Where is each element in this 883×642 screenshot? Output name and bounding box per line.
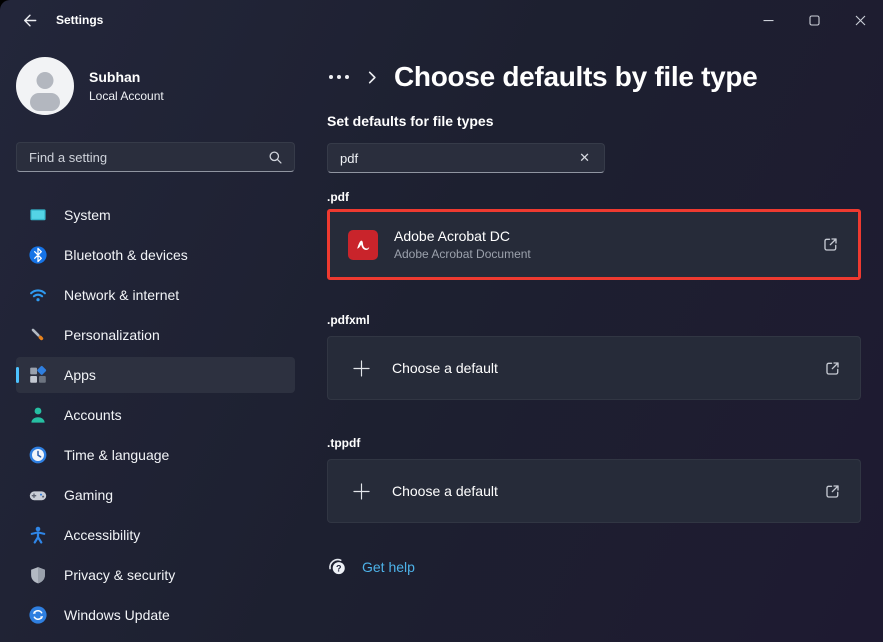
open-external-icon bbox=[821, 235, 840, 254]
maximize-icon bbox=[808, 14, 820, 26]
sidebar: Subhan Local Account System Bluetooth & … bbox=[0, 40, 311, 642]
filetype-search-input[interactable] bbox=[340, 150, 572, 166]
clear-search-button[interactable]: ✕ bbox=[571, 148, 598, 168]
plus-icon bbox=[346, 481, 376, 502]
default-app-name: Adobe Acrobat DC bbox=[394, 228, 510, 244]
sidebar-item-windows-update[interactable]: Windows Update bbox=[16, 597, 295, 633]
minimize-icon bbox=[763, 19, 773, 21]
filetype-search-box: ✕ bbox=[327, 143, 605, 173]
sidebar-item-label: Network & internet bbox=[64, 287, 180, 303]
sidebar-item-time-language[interactable]: Time & language bbox=[16, 437, 295, 473]
settings-window: Settings Subhan Local Account Find a set… bbox=[0, 0, 883, 642]
bluetooth-icon bbox=[29, 246, 47, 264]
extension-label-pdfxml: .pdfxml bbox=[327, 313, 370, 327]
system-icon bbox=[30, 209, 46, 221]
gamepad-icon bbox=[29, 491, 47, 501]
choose-default-label: Choose a default bbox=[392, 483, 498, 499]
breadcrumb-ellipsis-button[interactable] bbox=[327, 69, 351, 85]
sidebar-item-apps[interactable]: Apps bbox=[16, 357, 295, 393]
sidebar-item-bluetooth-devices[interactable]: Bluetooth & devices bbox=[16, 237, 295, 273]
sidebar-item-label: Accounts bbox=[64, 407, 122, 423]
brush-icon bbox=[31, 328, 44, 341]
wifi-icon bbox=[30, 289, 46, 302]
sidebar-item-label: Personalization bbox=[64, 327, 160, 343]
titlebar: Settings bbox=[0, 0, 883, 40]
user-account-type: Local Account bbox=[89, 89, 164, 103]
sidebar-item-label: Apps bbox=[64, 367, 96, 383]
user-profile[interactable]: Subhan Local Account bbox=[16, 57, 295, 115]
apps-icon bbox=[30, 365, 47, 383]
sidebar-item-label: Privacy & security bbox=[64, 567, 176, 583]
close-icon bbox=[855, 15, 865, 25]
choose-default-label: Choose a default bbox=[392, 360, 498, 376]
sidebar-item-accounts[interactable]: Accounts bbox=[16, 397, 295, 433]
person-icon bbox=[31, 407, 45, 423]
default-app-description: Adobe Acrobat Document bbox=[394, 247, 531, 261]
find-a-setting-input[interactable] bbox=[29, 149, 265, 165]
window-controls bbox=[745, 0, 883, 40]
open-external-icon bbox=[823, 359, 842, 378]
get-help-link[interactable]: Get help bbox=[362, 559, 415, 575]
user-name: Subhan bbox=[89, 69, 141, 85]
sidebar-item-label: Time & language bbox=[64, 447, 170, 463]
extension-label-tppdf: .tppdf bbox=[327, 436, 361, 450]
sidebar-item-label: Accessibility bbox=[64, 527, 141, 543]
shield-icon bbox=[31, 567, 45, 584]
get-help-row: ? Get help bbox=[327, 556, 861, 577]
sidebar-search-button[interactable] bbox=[265, 147, 286, 168]
svg-text:?: ? bbox=[336, 563, 342, 573]
app-title: Settings bbox=[56, 13, 104, 27]
extension-label-pdf: .pdf bbox=[327, 190, 349, 204]
page-title: Choose defaults by file type bbox=[394, 61, 758, 92]
plus-icon bbox=[346, 358, 376, 379]
sidebar-item-system[interactable]: System bbox=[16, 197, 295, 233]
avatar bbox=[16, 57, 74, 115]
sidebar-item-network-internet[interactable]: Network & internet bbox=[16, 277, 295, 313]
sidebar-item-label: Windows Update bbox=[64, 607, 170, 623]
update-icon bbox=[29, 606, 47, 624]
filetype-card-pdf[interactable]: Adobe Acrobat DC Adobe Acrobat Document bbox=[330, 212, 858, 277]
close-button[interactable] bbox=[837, 0, 883, 40]
sidebar-item-gaming[interactable]: Gaming bbox=[16, 477, 295, 513]
sidebar-nav: System Bluetooth & devices Network & int… bbox=[16, 197, 295, 633]
filetype-card-tppdf[interactable]: Choose a default bbox=[327, 459, 861, 523]
minimize-button[interactable] bbox=[745, 0, 791, 40]
chevron-right-icon bbox=[368, 71, 376, 83]
sidebar-item-label: System bbox=[64, 207, 111, 223]
highlight-annotation: Adobe Acrobat DC Adobe Acrobat Document bbox=[327, 209, 861, 280]
sidebar-item-accessibility[interactable]: Accessibility bbox=[16, 517, 295, 553]
back-button[interactable] bbox=[14, 5, 44, 35]
sidebar-item-label: Bluetooth & devices bbox=[64, 247, 188, 263]
adobe-acrobat-icon bbox=[348, 229, 378, 260]
search-icon bbox=[269, 151, 282, 164]
section-label: Set defaults for file types bbox=[327, 113, 494, 129]
accessibility-icon bbox=[30, 526, 46, 544]
page-header: Choose defaults by file type bbox=[327, 61, 861, 93]
filetype-card-pdfxml[interactable]: Choose a default bbox=[327, 336, 861, 400]
maximize-button[interactable] bbox=[791, 0, 837, 40]
sidebar-item-privacy-security[interactable]: Privacy & security bbox=[16, 557, 295, 593]
main-content: Choose defaults by file type Set default… bbox=[311, 40, 883, 642]
clock-icon bbox=[29, 446, 47, 464]
ellipsis-dot bbox=[329, 75, 333, 79]
ellipsis-dot bbox=[345, 75, 349, 79]
sidebar-item-label: Gaming bbox=[64, 487, 114, 503]
find-a-setting-box bbox=[16, 142, 295, 172]
sidebar-item-personalization[interactable]: Personalization bbox=[16, 317, 295, 353]
back-arrow-icon bbox=[23, 14, 36, 26]
open-external-icon bbox=[823, 482, 842, 501]
ellipsis-dot bbox=[337, 75, 341, 79]
get-help-icon: ? bbox=[329, 558, 345, 575]
